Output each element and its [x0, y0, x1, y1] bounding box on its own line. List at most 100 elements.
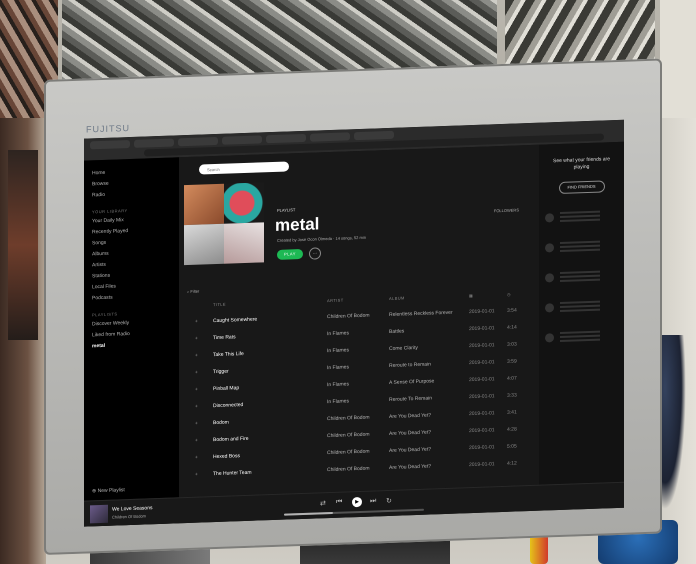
add-icon[interactable]: + [195, 455, 198, 461]
track-album: Are You Dead Yet? [389, 429, 431, 437]
add-icon[interactable]: + [195, 370, 198, 376]
browser-tab[interactable] [354, 130, 394, 141]
track-date: 2019-01-01 [469, 427, 495, 435]
add-icon[interactable]: + [195, 336, 198, 342]
friend-placeholder [545, 238, 624, 255]
search-input[interactable]: Search [199, 161, 289, 175]
playlist-cover [184, 182, 264, 266]
track-title: Pinball Map [213, 385, 240, 393]
track-album: Reroute To Remain [389, 395, 432, 403]
more-options-button[interactable]: ··· [309, 247, 321, 260]
wall-poster [660, 0, 696, 118]
track-duration: 3:54 [507, 307, 517, 314]
friend-placeholder [545, 298, 624, 315]
filter-input[interactable]: ⌕ Filter [187, 289, 199, 294]
progress-fill [284, 511, 333, 516]
new-playlist-button[interactable]: ⊕ New Playlist [92, 487, 125, 494]
track-duration: 3:59 [507, 358, 517, 365]
browser-tab[interactable] [310, 132, 350, 142]
track-artist: Children Of Bodom [327, 312, 370, 321]
clock-icon[interactable]: ◷ [507, 292, 511, 297]
calendar-icon[interactable]: ▦ [469, 293, 473, 298]
now-playing-title[interactable]: We Love Seasons [112, 505, 153, 512]
track-artist: Children Of Bodom [327, 414, 370, 423]
avatar [545, 302, 554, 313]
monitor: FUJITSU Home Browse Radio YOUR LIBRARY Y… [44, 58, 662, 555]
track-artist: Children Of Bodom [327, 431, 370, 440]
shuffle-icon[interactable]: ⇄ [320, 499, 326, 507]
track-title: Time Rats [213, 334, 236, 342]
track-album: Are You Dead Yet? [389, 446, 431, 454]
track-title: Take This Life [213, 351, 244, 359]
track-date: 2019-01-01 [469, 342, 495, 350]
track-date: 2019-01-01 [469, 461, 495, 469]
column-header-artist[interactable]: ARTIST [327, 298, 344, 304]
track-duration: 3:41 [507, 409, 517, 416]
track-title: The Hunter Team [213, 469, 252, 478]
progress-bar[interactable] [284, 508, 424, 516]
track-album: A Sense Of Purpose [389, 378, 435, 386]
sidebar: Home Browse Radio YOUR LIBRARY Your Dail… [84, 157, 179, 527]
column-header-album[interactable]: ALBUM [389, 295, 405, 301]
avatar [545, 272, 554, 283]
browser-tab[interactable] [90, 139, 130, 150]
track-album: Relentless Reckless Forever [389, 309, 453, 318]
repeat-icon[interactable]: ↻ [386, 497, 392, 505]
previous-icon[interactable]: ⏮ [336, 499, 342, 507]
browser-tab[interactable] [134, 138, 174, 148]
new-playlist-label: New Playlist [97, 487, 125, 495]
add-icon[interactable]: + [195, 421, 198, 427]
track-duration: 4:14 [507, 324, 517, 331]
column-header-title[interactable]: TITLE [213, 302, 226, 307]
add-icon[interactable]: + [195, 438, 198, 444]
play-pause-button[interactable]: ▶ [352, 496, 362, 508]
now-playing-artist[interactable]: Children Of Bodom [112, 513, 146, 519]
track-date: 2019-01-01 [469, 325, 495, 333]
sidebar-playlist-metal[interactable]: metal [92, 338, 179, 352]
track-album: Are You Dead Yet? [389, 412, 431, 420]
track-album: Battles [389, 328, 405, 335]
play-button[interactable]: PLAY [277, 248, 303, 260]
track-duration: 4:12 [507, 460, 517, 467]
track-date: 2019-01-01 [469, 444, 495, 452]
browser-tab[interactable] [266, 133, 306, 144]
add-icon[interactable]: + [195, 319, 198, 325]
album-art [224, 222, 264, 264]
avatar [545, 242, 554, 253]
track-album: Reroute to Remain [389, 361, 431, 369]
track-title: Disconnected [213, 402, 244, 410]
track-date: 2019-01-01 [469, 410, 495, 418]
search-placeholder: Search [207, 166, 220, 173]
main-view: Search PLAYLIST metal Created by Jose Oc… [179, 144, 624, 498]
album-art [224, 182, 264, 224]
screen: Home Browse Radio YOUR LIBRARY Your Dail… [84, 119, 624, 527]
next-icon[interactable]: ⏭ [370, 497, 376, 505]
track-date: 2019-01-01 [469, 376, 495, 384]
add-icon[interactable]: + [195, 353, 198, 359]
track-artist: In Flames [327, 330, 349, 338]
followers-label: FOLLOWERS [493, 207, 519, 214]
track-title: Bodom and Fire [213, 435, 249, 444]
monitor-brand-logo: FUJITSU [86, 122, 130, 135]
browser-tab[interactable] [178, 136, 218, 147]
track-duration: 3:33 [507, 392, 517, 399]
track-album: Are You Dead Yet? [389, 463, 431, 471]
add-icon[interactable]: + [195, 472, 198, 478]
friend-activity-text: See what your friends are playing [553, 156, 610, 171]
now-playing-cover[interactable] [90, 504, 108, 524]
add-icon[interactable]: + [195, 404, 198, 410]
track-duration: 4:07 [507, 375, 517, 382]
album-art [184, 223, 224, 266]
track-duration: 3:03 [507, 341, 517, 348]
add-icon[interactable]: + [195, 387, 198, 393]
sidebar-item-radio[interactable]: Radio [92, 187, 179, 201]
friend-activity-panel: See what your friends are playing FIND F… [539, 141, 624, 485]
sidebar-item-podcasts[interactable]: Podcasts [92, 290, 179, 304]
browser-tab[interactable] [222, 135, 262, 145]
track-artist: Children Of Bodom [327, 448, 370, 457]
track-artist: In Flames [327, 381, 349, 389]
find-friends-button[interactable]: FIND FRIENDS [558, 180, 605, 195]
track-title: Hexed Boss [213, 453, 240, 461]
track-album: Come Clarity [389, 344, 418, 352]
track-artist: In Flames [327, 398, 349, 406]
